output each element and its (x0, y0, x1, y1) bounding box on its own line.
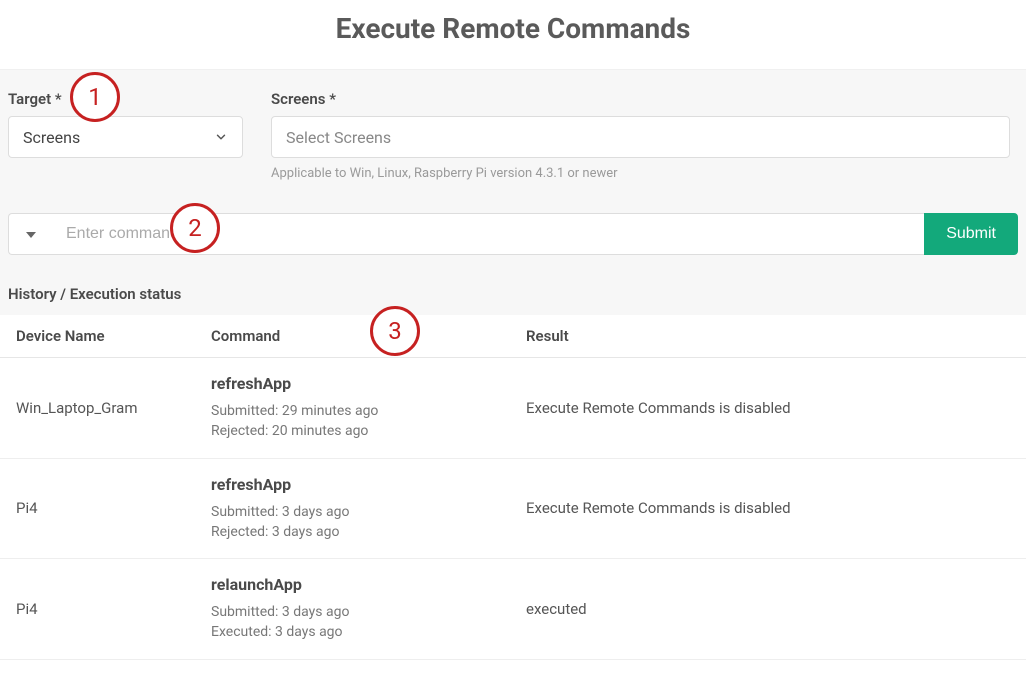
screens-field-group: Screens * Select Screens Applicable to W… (271, 90, 1018, 181)
target-screens-row: Target * Screens Screens * Select Screen… (8, 90, 1018, 181)
command-history-dropdown-button[interactable] (8, 213, 52, 255)
caret-down-icon (26, 225, 36, 244)
table-row: Win_Laptop_Gram refreshApp Submitted: 29… (0, 358, 1026, 459)
chevron-down-icon (214, 130, 228, 144)
cell-result: executed (510, 559, 1026, 660)
command-input[interactable] (52, 213, 924, 255)
page-title: Execute Remote Commands (0, 0, 1026, 69)
screens-select[interactable]: Select Screens (271, 116, 1010, 158)
screens-help-text: Applicable to Win, Linux, Raspberry Pi v… (271, 166, 1010, 181)
cell-result: Execute Remote Commands is disabled (510, 458, 1026, 559)
cell-command: refreshApp Submitted: 29 minutes ago Rej… (195, 358, 510, 459)
target-label: Target * (8, 90, 243, 108)
cell-device: Pi4 (0, 458, 195, 559)
table-row: Pi4 refreshApp Submitted: 3 days ago Rej… (0, 458, 1026, 559)
command-meta-submitted: Submitted: 3 days ago (211, 602, 494, 622)
cell-command: relaunchApp Submitted: 3 days ago Execut… (195, 559, 510, 660)
command-row: Submit (8, 213, 1018, 255)
command-meta-status: Rejected: 20 minutes ago (211, 421, 494, 441)
col-header-device: Device Name (0, 315, 195, 358)
cell-device: Win_Laptop_Gram (0, 358, 195, 459)
command-name: relaunchApp (211, 575, 494, 594)
target-selected-value: Screens (23, 128, 80, 147)
command-meta-status: Executed: 3 days ago (211, 622, 494, 642)
history-header-row: Device Name Command Result (0, 315, 1026, 358)
command-meta-submitted: Submitted: 3 days ago (211, 502, 494, 522)
submit-button[interactable]: Submit (924, 213, 1018, 255)
screens-label: Screens * (271, 90, 1010, 108)
table-row: Pi4 relaunchApp Submitted: 3 days ago Ex… (0, 559, 1026, 660)
target-select[interactable]: Screens (8, 116, 243, 158)
target-field-group: Target * Screens (8, 90, 243, 158)
cell-result: Execute Remote Commands is disabled (510, 358, 1026, 459)
screens-placeholder: Select Screens (286, 128, 391, 147)
page-root: Execute Remote Commands Target * Screens… (0, 0, 1026, 660)
col-header-result: Result (510, 315, 1026, 358)
command-meta-submitted: Submitted: 29 minutes ago (211, 401, 494, 421)
command-name: refreshApp (211, 374, 494, 393)
cell-device: Pi4 (0, 559, 195, 660)
command-meta-status: Rejected: 3 days ago (211, 522, 494, 542)
cell-command: refreshApp Submitted: 3 days ago Rejecte… (195, 458, 510, 559)
col-header-command: Command (195, 315, 510, 358)
history-table: Device Name Command Result Win_Laptop_Gr… (0, 315, 1026, 660)
command-name: refreshApp (211, 475, 494, 494)
form-area: Target * Screens Screens * Select Screen… (0, 69, 1026, 267)
history-section-title: History / Execution status (0, 267, 1026, 315)
